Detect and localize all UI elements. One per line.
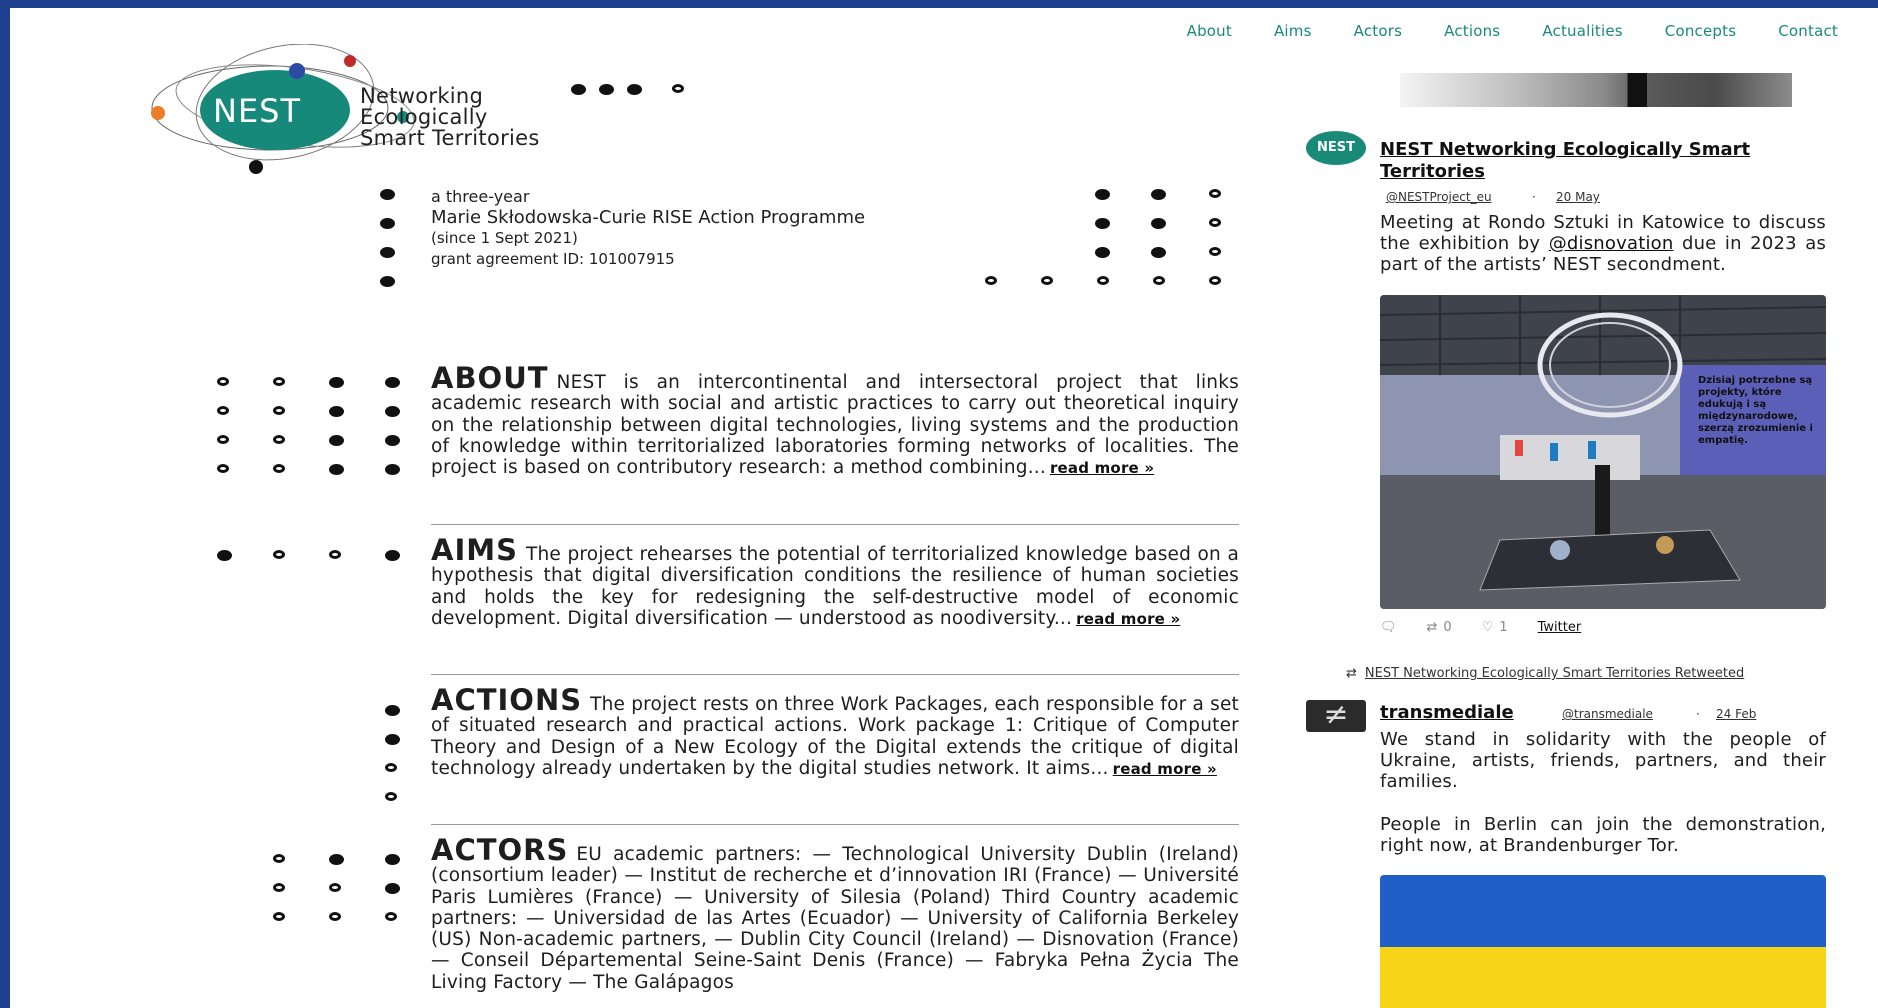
exhibition-photo bbox=[1380, 295, 1826, 609]
intro-line-2: Marie Skłodowska-Curie RISE Action Progr… bbox=[431, 207, 866, 228]
tweet-actions: 🗨 ⇄ 0 ♡ 1 Twitter bbox=[1380, 620, 1581, 635]
retweet-label: ⇄ NEST Networking Ecologically Smart Terr… bbox=[1346, 666, 1796, 681]
nest-avatar[interactable]: NEST bbox=[1306, 131, 1366, 165]
aims-read-more-link[interactable]: read more » bbox=[1076, 610, 1180, 628]
divider bbox=[431, 674, 1239, 675]
about-read-more-link[interactable]: read more » bbox=[1050, 459, 1154, 477]
page: About Aims Actors Actions Actualities Co… bbox=[10, 8, 1878, 1008]
actions-read-more-link[interactable]: read more » bbox=[1113, 760, 1217, 778]
intro-line-4: grant agreement ID: 101007915 bbox=[431, 250, 675, 268]
retweet-icon: ⇄ bbox=[1346, 666, 1357, 681]
actions-section: ACTIONS The project rests on three Work P… bbox=[431, 686, 1239, 780]
about-section: ABOUT NEST is an intercontinental and int… bbox=[431, 364, 1239, 479]
tweet-date[interactable]: 20 May bbox=[1556, 190, 1600, 204]
logo-line-1: Networking bbox=[360, 84, 484, 108]
actors-text: EU academic partners: — Technological Un… bbox=[431, 844, 1239, 993]
reply-icon: 🗨 bbox=[1380, 620, 1397, 635]
tweet-author-name[interactable]: NEST Networking Ecologically Smart Terri… bbox=[1380, 139, 1830, 183]
like-count: 1 bbox=[1499, 620, 1508, 635]
mention-link[interactable]: @disnovation bbox=[1549, 233, 1674, 254]
timeline-header-bar bbox=[1400, 73, 1792, 107]
logo-mark: NEST bbox=[213, 92, 302, 130]
twitter-timeline[interactable]: NEST NEST Networking Ecologically Smart … bbox=[1300, 8, 1860, 1008]
logo-line-3: Smart Territories bbox=[360, 126, 540, 150]
photo-caption-text: Dzisiaj potrzebne są projekty, które edu… bbox=[1698, 375, 1813, 446]
ukraine-flag-image[interactable] bbox=[1380, 875, 1826, 1008]
tweet-text: We stand in solidarity with the people o… bbox=[1380, 729, 1826, 792]
separator-dot: · bbox=[1532, 190, 1536, 204]
intro-line-3: (since 1 Sept 2021) bbox=[431, 229, 578, 247]
intro-line-1: a three-year bbox=[431, 187, 530, 206]
actors-heading: ACTORS bbox=[431, 833, 569, 867]
divider bbox=[431, 824, 1239, 825]
separator-dot: · bbox=[1696, 707, 1700, 721]
tweet-text: People in Berlin can join the demonstrat… bbox=[1380, 814, 1826, 856]
retweeter-link[interactable]: NEST Networking Ecologically Smart Terri… bbox=[1365, 666, 1744, 681]
reply-button[interactable]: 🗨 bbox=[1380, 620, 1397, 635]
flag-blue-stripe bbox=[1380, 875, 1826, 947]
tweet-text: Meeting at Rondo Sztuki in Katowice to d… bbox=[1380, 212, 1826, 275]
logo-line-2: Ecologically bbox=[360, 105, 488, 129]
site-logo[interactable]: NEST Networking Ecologically Smart Terri… bbox=[135, 44, 735, 174]
actors-section: ACTORS EU academic partners: — Technologi… bbox=[431, 836, 1239, 993]
tweet-date[interactable]: 24 Feb bbox=[1716, 707, 1756, 721]
nav-about[interactable]: About bbox=[1187, 22, 1232, 40]
programme-intro: a three-year Marie Skłodowska-Curie RISE… bbox=[431, 186, 865, 270]
about-heading: ABOUT bbox=[431, 361, 549, 395]
tweet-author-handle[interactable]: @NESTProject_eu bbox=[1386, 190, 1492, 204]
tweet-author-handle[interactable]: @transmediale bbox=[1562, 707, 1653, 721]
actions-heading: ACTIONS bbox=[431, 683, 583, 717]
aims-heading: AIMS bbox=[431, 533, 518, 567]
transmediale-avatar[interactable]: ≠ bbox=[1306, 700, 1366, 732]
twitter-source-link[interactable]: Twitter bbox=[1538, 620, 1582, 635]
tweet-author-name[interactable]: transmediale bbox=[1380, 702, 1514, 724]
heart-icon: ♡ bbox=[1481, 620, 1494, 635]
tweet-photo[interactable]: Dzisiaj potrzebne są projekty, które edu… bbox=[1380, 295, 1826, 609]
retweet-count: 0 bbox=[1443, 620, 1452, 635]
retweet-icon: ⇄ bbox=[1426, 620, 1438, 635]
divider bbox=[431, 524, 1239, 525]
retweet-button[interactable]: ⇄ 0 bbox=[1427, 620, 1452, 635]
like-button[interactable]: ♡ 1 bbox=[1482, 620, 1508, 635]
flag-yellow-stripe bbox=[1380, 947, 1826, 1008]
aims-section: AIMS The project rehearses the potential … bbox=[431, 536, 1239, 630]
